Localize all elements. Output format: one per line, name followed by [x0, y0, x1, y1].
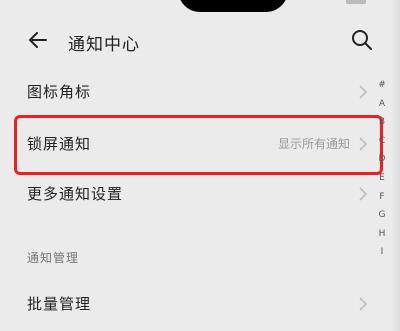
index-letter[interactable]: G [374, 206, 390, 225]
index-letter[interactable]: D [374, 150, 390, 169]
settings-item-label: 更多通知设置 [27, 185, 124, 203]
index-letter[interactable]: C [374, 132, 390, 151]
index-letter[interactable]: H [374, 225, 390, 244]
app-header: 通知中心 [0, 22, 400, 60]
settings-item-label: 批量管理 [27, 295, 92, 313]
settings-item-more[interactable]: 更多通知设置 [0, 174, 370, 214]
page-title: 通知中心 [68, 35, 140, 55]
index-letter[interactable]: E [374, 169, 390, 188]
highlight-annotation [14, 115, 383, 175]
edge-shadow [392, 0, 400, 331]
settings-item-label: 图标角标 [27, 83, 92, 101]
chevron-right-icon [359, 297, 368, 311]
index-letter[interactable]: A [374, 95, 390, 114]
section-header: 通知管理 [27, 251, 80, 265]
arrow-left-icon [29, 32, 47, 48]
index-letter[interactable]: I [374, 243, 390, 262]
alphabet-index[interactable]: # A B C D E F G H I [374, 76, 390, 262]
settings-item-badge[interactable]: 图标角标 [0, 72, 370, 112]
back-button[interactable] [26, 28, 50, 52]
camera-notch [178, 0, 288, 12]
chevron-right-icon [359, 187, 368, 201]
settings-item-batch-manage[interactable]: 批量管理 [0, 284, 370, 324]
index-letter[interactable]: B [374, 113, 390, 132]
status-icons [346, 0, 366, 4]
chevron-right-icon [359, 85, 368, 99]
index-letter[interactable]: F [374, 188, 390, 207]
search-icon [352, 30, 372, 50]
search-button[interactable] [350, 28, 374, 52]
index-letter[interactable]: # [374, 76, 390, 95]
screen: 通知中心 图标角标 锁屏通知 显示所有通知 更多通知设置 通知管理 批量管理 #… [0, 0, 400, 331]
